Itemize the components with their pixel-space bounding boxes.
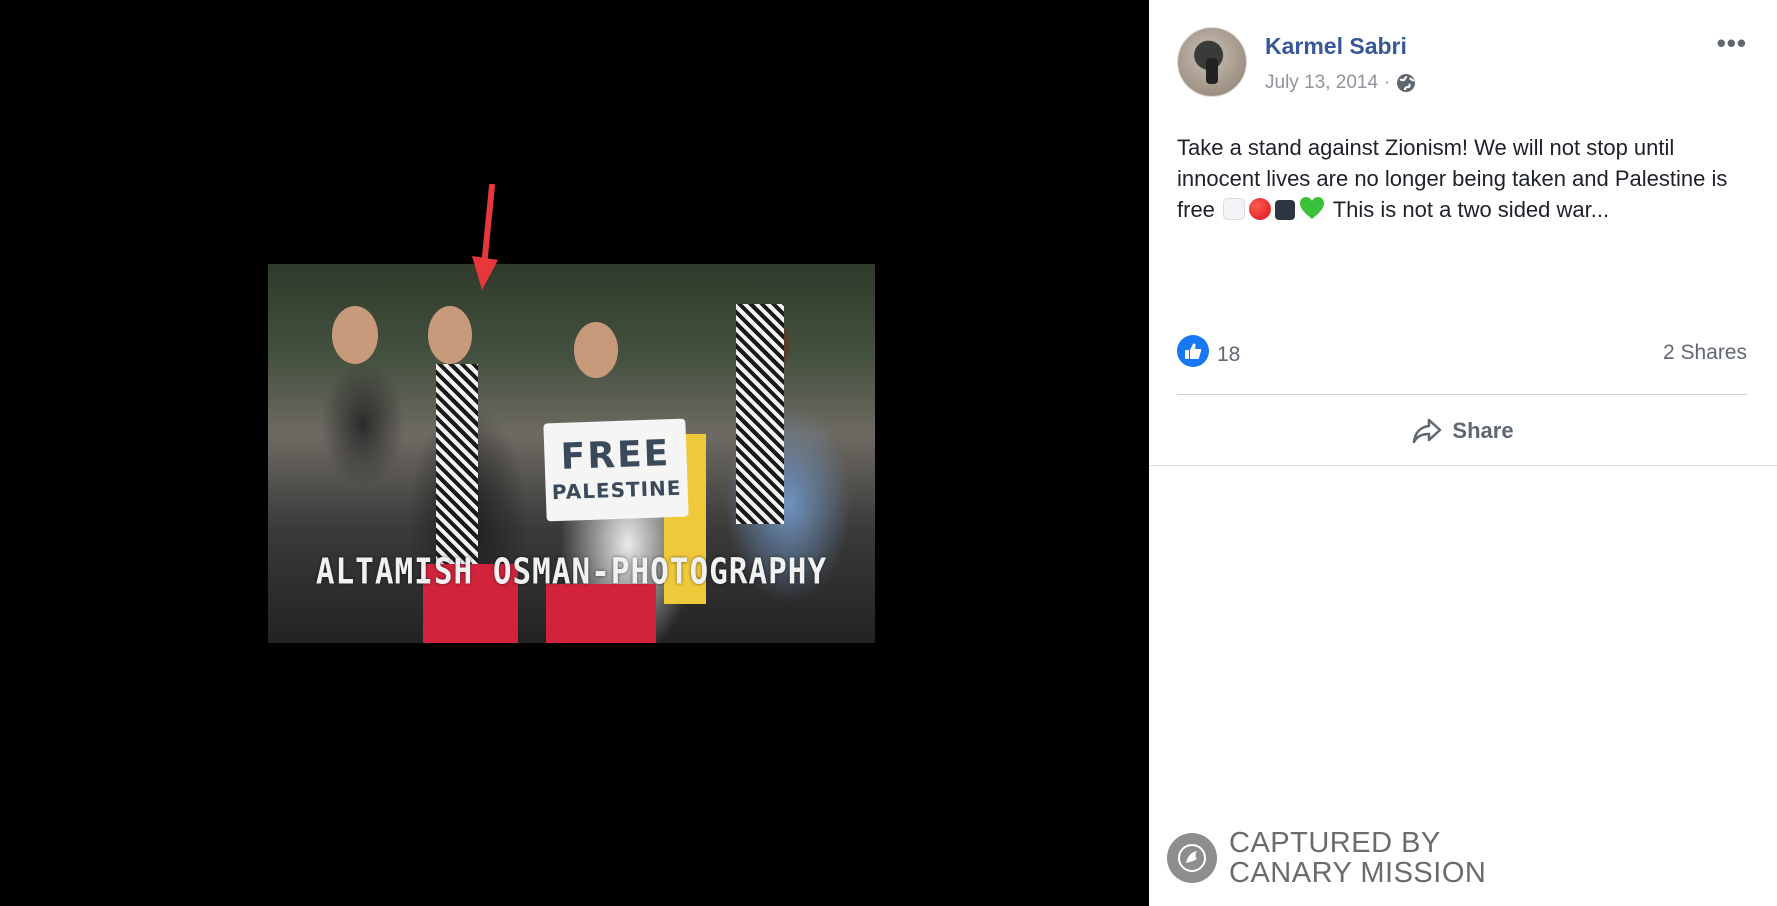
shares-count[interactable]: 2 Shares — [1663, 341, 1747, 365]
share-arrow-icon — [1413, 418, 1442, 444]
globe-icon[interactable] — [1396, 73, 1416, 93]
person-face — [428, 306, 472, 364]
stamp-line2: CANARY MISSION — [1229, 857, 1487, 889]
divider — [1177, 394, 1747, 395]
avatar[interactable] — [1177, 27, 1247, 97]
stamp-text: CAPTURED BY CANARY MISSION — [1229, 828, 1486, 888]
person-face — [332, 306, 378, 364]
share-label: Share — [1452, 418, 1514, 443]
photo-watermark: ALTAMISH OSMAN-PHOTOGRAPHY — [315, 551, 828, 593]
post-panel: Karmel Sabri July 13, 2014 · ••• Take a … — [1149, 0, 1777, 906]
post-meta: July 13, 2014 · — [1265, 72, 1416, 94]
post-text-tail: This is not a two sided war... — [1327, 197, 1610, 222]
stamp-line1: CAPTURED BY — [1229, 827, 1441, 859]
sign-text-line1: FREE — [560, 433, 671, 478]
reactions-summary[interactable]: 18 — [1177, 335, 1240, 367]
white-square-emoji-icon — [1223, 198, 1246, 220]
green-heart-emoji-icon — [1300, 197, 1325, 219]
share-button[interactable]: Share — [1149, 411, 1777, 451]
thumbs-up-icon — [1177, 335, 1209, 367]
post-text: Take a stand against Zionism! We will no… — [1177, 132, 1752, 225]
post-photo[interactable]: FREE PALESTINE ALTAMISH OSMAN-PHOTOGRAPH… — [268, 264, 875, 643]
photo-viewer: FREE PALESTINE ALTAMISH OSMAN-PHOTOGRAPH… — [0, 0, 1149, 906]
more-options-icon[interactable]: ••• — [1717, 30, 1747, 56]
houndstooth-scarf — [736, 304, 784, 524]
author-name[interactable]: Karmel Sabri — [1265, 33, 1407, 60]
likes-count: 18 — [1217, 343, 1241, 366]
canary-logo-icon — [1167, 833, 1217, 883]
red-arrow-icon — [472, 184, 498, 290]
post-date[interactable]: July 13, 2014 — [1265, 72, 1378, 94]
divider — [1149, 465, 1777, 466]
meta-separator: · — [1384, 72, 1391, 93]
black-square-emoji-icon — [1275, 200, 1296, 220]
protest-sign: FREE PALESTINE — [543, 418, 689, 522]
red-circle-emoji-icon — [1249, 198, 1272, 220]
sign-text-line2: PALESTINE — [551, 475, 682, 505]
red-pants — [546, 584, 656, 643]
person-face — [574, 322, 618, 378]
capture-stamp: CAPTURED BY CANARY MISSION — [1167, 828, 1486, 888]
